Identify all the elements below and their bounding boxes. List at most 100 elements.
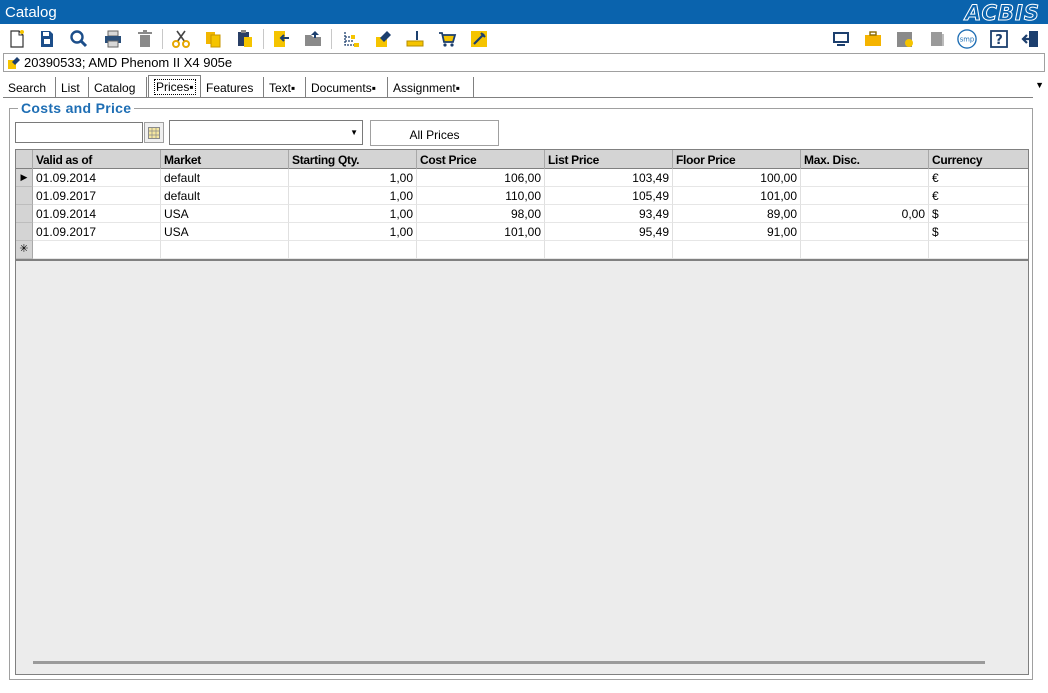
calendar-icon	[148, 126, 160, 139]
tab-overflow-arrow-icon[interactable]: ▼	[1035, 80, 1044, 90]
search-icon[interactable]	[68, 28, 90, 50]
new-row-star-icon[interactable]: ✳	[16, 241, 33, 259]
new-cell-floor-price[interactable]	[673, 241, 801, 259]
table-row[interactable]: 01.09.2017 default 1,00 110,00 105,49 10…	[16, 187, 1028, 205]
col-header-list-price[interactable]: List Price	[545, 150, 673, 169]
smp-icon[interactable]: smp	[956, 28, 978, 50]
cell-list-price[interactable]: 105,49	[545, 187, 673, 205]
cell-valid-as-of[interactable]: 01.09.2014	[33, 169, 161, 187]
row-selector[interactable]	[16, 205, 33, 223]
col-header-currency[interactable]: Currency	[929, 150, 1028, 169]
cell-floor-price[interactable]: 100,00	[673, 169, 801, 187]
col-header-starting-qty[interactable]: Starting Qty.	[289, 150, 417, 169]
cell-cost-price[interactable]: 101,00	[417, 223, 545, 241]
cell-starting-qty[interactable]: 1,00	[289, 223, 417, 241]
tab-catalog[interactable]: Catalog	[89, 77, 147, 97]
cell-valid-as-of[interactable]: 01.09.2017	[33, 187, 161, 205]
market-select[interactable]: ▼	[169, 120, 363, 145]
article-label-icon[interactable]	[372, 28, 394, 50]
new-cell-list-price[interactable]	[545, 241, 673, 259]
exit-icon[interactable]	[1020, 28, 1042, 50]
col-header-valid-as-of[interactable]: Valid as of	[33, 150, 161, 169]
cell-list-price[interactable]: 95,49	[545, 223, 673, 241]
cut-icon[interactable]	[170, 28, 192, 50]
paste-icon[interactable]	[234, 28, 256, 50]
cell-currency[interactable]: $	[929, 223, 1028, 241]
cell-floor-price[interactable]: 91,00	[673, 223, 801, 241]
cell-max-disc[interactable]	[801, 169, 929, 187]
tools-icon[interactable]	[468, 28, 490, 50]
col-header-floor-price[interactable]: Floor Price	[673, 150, 801, 169]
open-folder-icon[interactable]	[302, 28, 324, 50]
shopping-cart-icon[interactable]	[436, 28, 458, 50]
new-cell-market[interactable]	[161, 241, 289, 259]
row-selector[interactable]	[16, 223, 33, 241]
cell-list-price[interactable]: 93,49	[545, 205, 673, 223]
cell-currency[interactable]: €	[929, 187, 1028, 205]
tab-assignment[interactable]: Assignment▪	[388, 77, 474, 97]
tab-text[interactable]: Text▪	[264, 77, 306, 97]
tab-search[interactable]: Search	[3, 77, 56, 97]
cell-max-disc[interactable]: 0,00	[801, 205, 929, 223]
cell-floor-price[interactable]: 101,00	[673, 187, 801, 205]
tab-features[interactable]: Features	[201, 77, 264, 97]
new-cell-starting-qty[interactable]	[289, 241, 417, 259]
new-cell-valid-as-of[interactable]	[33, 241, 161, 259]
cell-currency[interactable]: €	[929, 169, 1028, 187]
save-icon[interactable]	[36, 28, 58, 50]
tab-list[interactable]: List	[56, 77, 89, 97]
new-cell-cost-price[interactable]	[417, 241, 545, 259]
help-icon[interactable]: ?	[988, 28, 1010, 50]
prices-grid: Valid as of Market Starting Qty. Cost Pr…	[15, 149, 1029, 675]
new-document-icon[interactable]	[6, 28, 28, 50]
print-icon[interactable]	[102, 28, 124, 50]
cell-max-disc[interactable]	[801, 187, 929, 205]
monitor-icon[interactable]	[830, 28, 852, 50]
copy-icon[interactable]	[202, 28, 224, 50]
cell-valid-as-of[interactable]: 01.09.2017	[33, 223, 161, 241]
briefcase-icon[interactable]	[862, 28, 884, 50]
cell-valid-as-of[interactable]: 01.09.2014	[33, 205, 161, 223]
cell-market[interactable]: default	[161, 187, 289, 205]
cell-list-price[interactable]: 103,49	[545, 169, 673, 187]
cell-max-disc[interactable]	[801, 223, 929, 241]
table-row[interactable]: 01.09.2017 USA 1,00 101,00 95,49 91,00 $	[16, 223, 1028, 241]
cell-market[interactable]: USA	[161, 223, 289, 241]
folder-approve-icon[interactable]	[894, 28, 916, 50]
record-title: 20390533; AMD Phenom II X4 905e	[24, 55, 233, 70]
tab-documents[interactable]: Documents▪	[306, 77, 388, 97]
cell-floor-price[interactable]: 89,00	[673, 205, 801, 223]
cell-starting-qty[interactable]: 1,00	[289, 169, 417, 187]
row-selector[interactable]	[16, 187, 33, 205]
valid-date-input[interactable]	[15, 122, 143, 143]
cell-starting-qty[interactable]: 1,00	[289, 205, 417, 223]
all-prices-button[interactable]: All Prices	[370, 120, 499, 146]
col-header-market[interactable]: Market	[161, 150, 289, 169]
archive-icon[interactable]	[926, 28, 948, 50]
table-row[interactable]: 01.09.2014 USA 1,00 98,00 93,49 89,00 0,…	[16, 205, 1028, 223]
cell-cost-price[interactable]: 106,00	[417, 169, 545, 187]
tab-prices[interactable]: Prices▪	[148, 75, 201, 97]
new-cell-max-disc[interactable]	[801, 241, 929, 259]
calendar-button[interactable]	[144, 122, 164, 143]
svg-text:smp: smp	[960, 36, 974, 44]
group-title: Costs and Price	[18, 100, 135, 116]
col-header-cost-price[interactable]: Cost Price	[417, 150, 545, 169]
cell-cost-price[interactable]: 98,00	[417, 205, 545, 223]
import-icon[interactable]	[270, 28, 292, 50]
cell-starting-qty[interactable]: 1,00	[289, 187, 417, 205]
cell-market[interactable]: USA	[161, 205, 289, 223]
cell-market[interactable]: default	[161, 169, 289, 187]
new-row[interactable]: ✳	[16, 241, 1028, 259]
cell-currency[interactable]: $	[929, 205, 1028, 223]
current-row-indicator-icon[interactable]: ▶	[16, 169, 33, 187]
table-row[interactable]: ▶ 01.09.2014 default 1,00 106,00 103,49 …	[16, 169, 1028, 187]
col-header-max-disc[interactable]: Max. Disc.	[801, 150, 929, 169]
cell-cost-price[interactable]: 110,00	[417, 187, 545, 205]
current-record-bar: 20390533; AMD Phenom II X4 905e	[3, 53, 1045, 72]
measure-icon[interactable]	[404, 28, 426, 50]
tree-structure-icon[interactable]	[340, 28, 362, 50]
horizontal-scrollbar[interactable]	[33, 661, 985, 664]
new-cell-currency[interactable]	[929, 241, 1028, 259]
delete-icon[interactable]	[134, 28, 156, 50]
